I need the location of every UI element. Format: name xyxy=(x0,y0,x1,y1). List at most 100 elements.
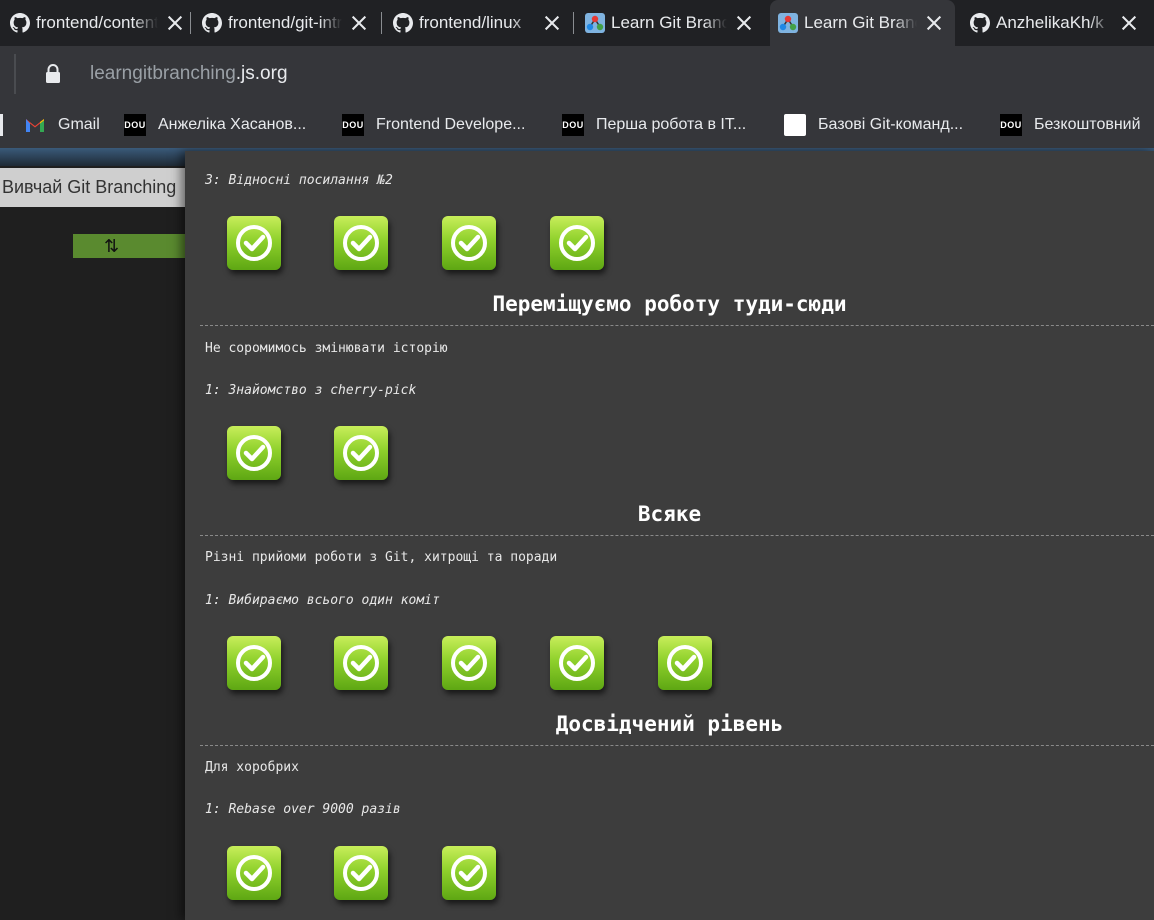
github-icon xyxy=(10,13,30,33)
checkmark-icon xyxy=(451,645,487,681)
tab-separator xyxy=(381,12,382,34)
checkmark-icon xyxy=(343,855,379,891)
checkmark-icon xyxy=(343,435,379,471)
close-icon[interactable] xyxy=(348,12,370,34)
url-domain: .js.org xyxy=(235,63,288,84)
section-title: Переміщуємо роботу туди-сюди xyxy=(492,292,847,316)
lock-icon[interactable] xyxy=(44,64,62,84)
dou-icon: DOU xyxy=(342,114,364,136)
level-label: 1: Знайомство з cherry-pick xyxy=(205,383,417,398)
level-complete-button[interactable] xyxy=(550,636,604,690)
bookmark-dou-2[interactable]: DOU Frontend Develope... xyxy=(342,112,525,138)
tab-frontend-content[interactable]: frontend/content xyxy=(10,0,186,46)
checkmark-icon xyxy=(236,855,272,891)
tab-title: Learn Git Branching xyxy=(611,13,727,32)
section-description: Для хоробрих xyxy=(205,760,299,775)
sort-button[interactable]: ⇅ xyxy=(73,234,190,258)
address-bar[interactable]: learngitbranching.js.org xyxy=(90,63,288,85)
bookmark-label: Перша робота в IT... xyxy=(596,116,747,133)
url-host: learngitbranching xyxy=(90,63,236,84)
bookmark-gmail[interactable]: Gmail xyxy=(24,112,100,138)
close-icon[interactable] xyxy=(164,12,186,34)
level-complete-button[interactable] xyxy=(334,426,388,480)
toolbar-divider xyxy=(14,54,16,94)
tab-learn-git-branching[interactable]: Learn Git Branching xyxy=(585,0,755,46)
bookmark-dou-4[interactable]: DOU Безкоштовний xyxy=(1000,112,1141,138)
tab-learn-git-branching-active[interactable]: Learn Git Branching xyxy=(770,0,955,46)
level-complete-button[interactable] xyxy=(442,846,496,900)
level-label: 1: Rebase over 9000 разів xyxy=(205,802,401,817)
tab-strip: frontend/content frontend/git-intro fron… xyxy=(0,0,1154,46)
close-icon[interactable] xyxy=(923,12,945,34)
sort-icon: ⇅ xyxy=(103,236,120,256)
level-label: 1: Вибираємо всього один коміт xyxy=(205,593,440,608)
section-title: Досвідчений рівень xyxy=(555,712,784,736)
bookmark-dou-3[interactable]: DOU Перша робота в IT... xyxy=(562,112,746,138)
github-icon xyxy=(393,13,413,33)
section-description: Не соромимось змінювати історію xyxy=(205,341,448,356)
document-icon xyxy=(784,114,806,136)
checkmark-icon xyxy=(559,645,595,681)
checkmark-icon xyxy=(451,225,487,261)
checkmark-icon xyxy=(559,225,595,261)
level-complete-button[interactable] xyxy=(442,636,496,690)
checkmark-icon xyxy=(667,645,703,681)
level-complete-button[interactable] xyxy=(227,426,281,480)
bookmark-dou-1[interactable]: DOU Анжеліка Хасанов... xyxy=(124,112,306,138)
tab-frontend-linux[interactable]: frontend/linux xyxy=(393,0,563,46)
gmail-icon xyxy=(26,119,44,132)
learngitbranching-icon xyxy=(778,13,798,33)
bookmark-label: Безкоштовний xyxy=(1034,116,1141,133)
bookmark-label: Gmail xyxy=(58,116,100,133)
level-complete-button[interactable] xyxy=(334,846,388,900)
tab-anzhelikakh[interactable]: AnzhelikaKh/k xyxy=(970,0,1140,46)
checkmark-icon xyxy=(236,225,272,261)
section-title: Всяке xyxy=(637,502,702,526)
section-divider xyxy=(200,745,1154,746)
level-label: 3: Відносні посилання №2 xyxy=(205,173,393,188)
tab-frontend-git-intro[interactable]: frontend/git-intro xyxy=(202,0,370,46)
level-complete-button[interactable] xyxy=(227,846,281,900)
checkmark-icon xyxy=(343,225,379,261)
app-title: Вивчай Git Branching xyxy=(0,168,190,207)
bookmark-folder-edge[interactable] xyxy=(0,114,3,136)
dou-icon: DOU xyxy=(562,114,584,136)
learngitbranching-icon xyxy=(585,13,605,33)
close-icon[interactable] xyxy=(733,12,755,34)
bookmark-git-commands[interactable]: Базові Git-команд... xyxy=(784,112,963,138)
tab-separator xyxy=(573,12,574,34)
level-complete-button[interactable] xyxy=(227,636,281,690)
level-complete-button[interactable] xyxy=(227,216,281,270)
level-select-panel: 3: Відносні посилання №2 Переміщуємо роб… xyxy=(185,151,1154,920)
bookmark-label: Frontend Develope... xyxy=(376,116,526,133)
tab-title: AnzhelikaKh/k xyxy=(996,13,1104,32)
close-icon[interactable] xyxy=(1118,12,1140,34)
close-icon[interactable] xyxy=(541,12,563,34)
checkmark-icon xyxy=(451,855,487,891)
tab-title: frontend/linux xyxy=(419,13,522,32)
tab-title: frontend/content xyxy=(36,13,158,32)
bookmark-label: Анжеліка Хасанов... xyxy=(158,116,307,133)
tab-title: Learn Git Branching xyxy=(804,13,917,32)
section-description: Різні прийоми роботи з Git, хитрощі та п… xyxy=(205,550,558,565)
dou-icon: DOU xyxy=(124,114,146,136)
page-content: Вивчай Git Branching ⇅ 3: Відносні посил… xyxy=(0,148,1154,920)
github-icon xyxy=(970,13,990,33)
level-complete-button[interactable] xyxy=(550,216,604,270)
dou-icon: DOU xyxy=(1000,114,1022,136)
checkmark-icon xyxy=(343,645,379,681)
level-complete-button[interactable] xyxy=(334,216,388,270)
bookmarks-bar: Gmail DOU Анжеліка Хасанов... DOU Fronte… xyxy=(0,102,1154,148)
checkmark-icon xyxy=(236,435,272,471)
level-complete-button[interactable] xyxy=(442,216,496,270)
section-divider xyxy=(200,535,1154,536)
section-divider xyxy=(200,325,1154,326)
level-complete-button[interactable] xyxy=(658,636,712,690)
github-icon xyxy=(202,13,222,33)
tab-separator xyxy=(190,12,191,34)
tab-title: frontend/git-intro xyxy=(228,13,342,32)
level-complete-button[interactable] xyxy=(334,636,388,690)
bookmark-label: Базові Git-команд... xyxy=(818,116,964,133)
browser-toolbar: learngitbranching.js.org xyxy=(0,46,1154,102)
checkmark-icon xyxy=(236,645,272,681)
